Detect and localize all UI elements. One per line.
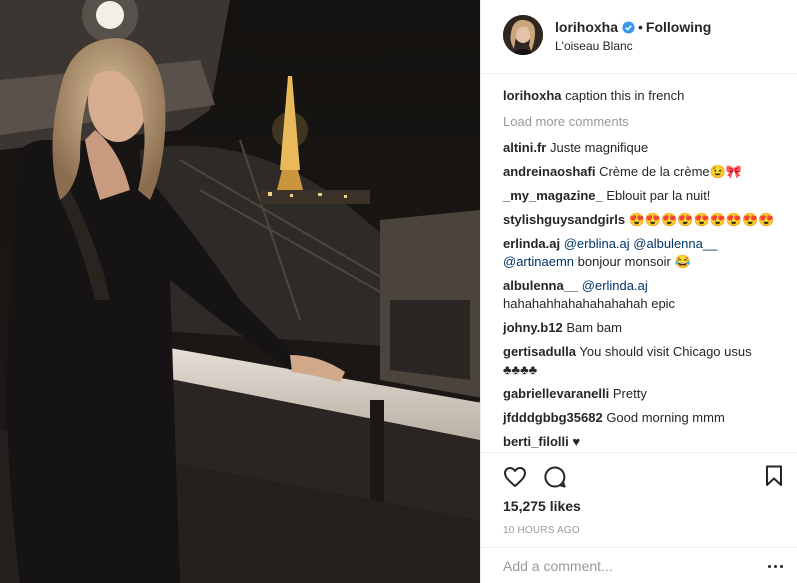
more-options-dot (774, 565, 777, 568)
comment-text: Pretty (612, 386, 647, 401)
verified-badge-icon (622, 21, 635, 34)
comment-mention[interactable]: @albulenna__ (633, 236, 717, 251)
header-line: lorihoxha • Following (555, 19, 711, 35)
heart-outline-icon[interactable] (503, 465, 527, 489)
comment-mention[interactable]: @artinaemn (503, 254, 574, 269)
post-header: lorihoxha • Following L'oiseau Blanc (481, 0, 797, 74)
comment-item: gabriellevaranelli Pretty (503, 385, 788, 403)
comment-item: altini.fr Juste magnifique (503, 139, 788, 157)
comment-item: gertisadulla You should visit Chicago us… (503, 343, 788, 379)
comment-text: Bam bam (566, 320, 622, 335)
more-options-icon[interactable] (768, 565, 783, 568)
header-separator: • (638, 19, 643, 35)
comment-item: stylishguysandgirls 😍😍😍😍😍😍😍😍😍 (503, 211, 788, 229)
comment-username[interactable]: jfdddgbbg35682 (503, 410, 603, 425)
comment-text: ♥ (572, 434, 581, 449)
comment-item: erlinda.aj @erblina.aj @albulenna__ @art… (503, 235, 788, 271)
following-button[interactable]: Following (646, 19, 711, 35)
comment-username[interactable]: erlinda.aj (503, 236, 560, 251)
comment-text: Eblouit par la nuit! (606, 188, 711, 203)
comment-text: Juste magnifique (549, 140, 649, 155)
avatar-image (503, 15, 543, 55)
comment-username[interactable]: stylishguysandgirls (503, 212, 625, 227)
speech-bubble-icon[interactable] (543, 465, 567, 489)
post-side-panel: lorihoxha • Following L'oiseau Blanc lorih… (480, 0, 797, 583)
more-options-dot (780, 565, 783, 568)
bookmark-icon[interactable] (765, 465, 783, 487)
comment-item: andreinaoshafi Crème de la crème😉🎀 (503, 163, 788, 181)
comment-form (481, 547, 797, 583)
comment-mention[interactable]: @erlinda.aj (582, 278, 648, 293)
comment-text: Crème de la crème😉🎀 (599, 164, 743, 179)
comment-username[interactable]: gertisadulla (503, 344, 576, 359)
comment-item: _my_magazine_ Eblouit par la nuit! (503, 187, 788, 205)
comment-text: hahahahhahahahahahah epic (503, 296, 676, 311)
comment-username[interactable]: albulenna__ (503, 278, 578, 293)
likes-count[interactable]: 15,275 likes (503, 498, 581, 514)
comment-username[interactable]: gabriellevaranelli (503, 386, 609, 401)
post-author-username[interactable]: lorihoxha (555, 19, 618, 35)
post-timestamp[interactable]: 10 HOURS AGO (503, 525, 580, 536)
load-more-comments-link[interactable]: Load more comments (503, 113, 788, 131)
post-photo[interactable] (0, 0, 480, 583)
more-options-dot (768, 565, 771, 568)
comment-username[interactable]: andreinaoshafi (503, 164, 595, 179)
comment-username[interactable]: berti_filolli (503, 434, 569, 449)
comment-username[interactable]: johny.b12 (503, 320, 563, 335)
comment-text: Good morning mmm (606, 410, 725, 425)
comments-list: lorihoxha caption this in french Load mo… (503, 87, 788, 451)
post-location[interactable]: L'oiseau Blanc (555, 39, 633, 53)
comment-item: johny.b12 Bam bam (503, 319, 788, 337)
comment-input[interactable] (503, 556, 743, 576)
avatar[interactable] (503, 15, 543, 55)
comment-item: berti_filolli ♥ (503, 433, 788, 451)
caption-text: caption this in french (565, 88, 685, 103)
comment-mention[interactable]: @erblina.aj (564, 236, 630, 251)
post-actions: 15,275 likes 10 HOURS AGO (481, 452, 797, 547)
instagram-post: lorihoxha • Following L'oiseau Blanc lorih… (0, 0, 797, 583)
post-photo-image (0, 0, 480, 583)
comment-username[interactable]: _my_magazine_ (503, 188, 603, 203)
comment-username[interactable]: lorihoxha (503, 88, 562, 103)
comment-item: jfdddgbbg35682 Good morning mmm (503, 409, 788, 427)
comment-username[interactable]: altini.fr (503, 140, 546, 155)
comment-item: albulenna__ @erlinda.aj hahahahhahahahah… (503, 277, 788, 313)
comment-text: 😍😍😍😍😍😍😍😍😍 (628, 212, 775, 227)
caption: lorihoxha caption this in french (503, 87, 788, 105)
comment-text: bonjour monsoir 😂 (577, 254, 691, 269)
